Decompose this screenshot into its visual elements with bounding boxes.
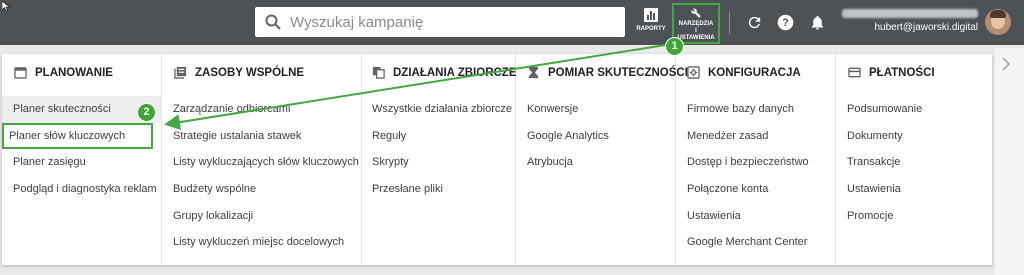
step-1-badge: 1 xyxy=(665,37,684,56)
step-2-badge: 2 xyxy=(137,103,156,122)
annotation-arrow xyxy=(164,42,679,131)
